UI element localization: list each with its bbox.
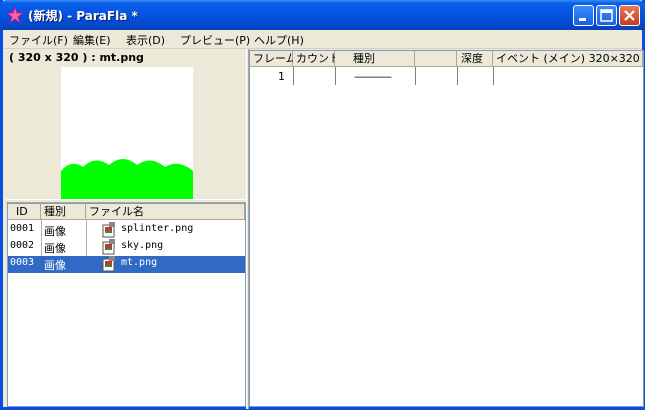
image-preview-panel — [9, 65, 245, 199]
asset-filename: splinter.png — [121, 223, 194, 234]
asset-filename: sky.png — [121, 240, 164, 251]
column-header-frame[interactable]: フレーム — [250, 51, 297, 67]
maximize-icon — [600, 9, 613, 22]
maximize-button[interactable] — [596, 5, 617, 26]
column-header-type[interactable]: 種別 — [41, 204, 86, 220]
frame-type: ———— — [354, 70, 392, 83]
asset-row-0002[interactable]: 0002 画像 sky.png — [8, 239, 245, 256]
asset-list: ID 種別 ファイル名 0001 画像 splinter.png 0002 画像… — [7, 203, 246, 407]
asset-filename: mt.png — [121, 257, 158, 268]
frame-number: 1 — [278, 70, 285, 83]
image-file-icon — [102, 239, 115, 255]
preview-size-label: ( 320 x 320 ) : mt.png — [9, 51, 144, 64]
column-header-id[interactable]: ID — [8, 204, 41, 220]
minimize-icon — [579, 18, 586, 21]
asset-row-0001[interactable]: 0001 画像 splinter.png — [8, 222, 245, 239]
menu-view[interactable]: 表示(D) — [126, 32, 165, 48]
close-icon — [624, 10, 635, 21]
menu-file[interactable]: ファイル(F) — [9, 32, 68, 48]
asset-id: 0002 — [10, 240, 35, 251]
image-file-icon — [102, 222, 115, 238]
close-button[interactable] — [619, 5, 640, 26]
asset-type: 画像 — [44, 259, 66, 272]
column-header-type[interactable]: 種別 — [335, 51, 415, 67]
asset-id: 0001 — [10, 223, 35, 234]
image-file-icon — [102, 256, 115, 272]
asset-type: 画像 — [44, 242, 66, 255]
menu-bar: ファイル(F) 編集(E) 表示(D) プレビュー(P) ヘルプ(H) — [3, 30, 642, 49]
paraflaa-star-icon — [6, 6, 24, 24]
minimize-button[interactable] — [573, 5, 594, 26]
image-preview-canvas — [61, 67, 193, 199]
frame-row-1[interactable]: 1 ———— — [250, 69, 643, 86]
menu-edit[interactable]: 編集(E) — [73, 32, 111, 48]
app-window: (新規) - ParaFla * ファイル(F) 編集(E) 表示(D) プレビ… — [0, 0, 645, 410]
column-header-blank[interactable] — [415, 51, 457, 67]
menu-help[interactable]: ヘルプ(H) — [254, 32, 304, 48]
mountain-image — [61, 159, 193, 199]
event-table: フレーム カウント 種別 深度 イベント (メイン) 320×320 1 ———… — [249, 50, 644, 407]
asset-type: 画像 — [44, 225, 66, 238]
column-header-event[interactable]: イベント (メイン) 320×320 — [493, 51, 643, 67]
asset-id: 0003 — [10, 257, 35, 268]
window-title: (新規) - ParaFla * — [28, 9, 138, 23]
column-header-depth[interactable]: 深度 — [457, 51, 493, 67]
menu-preview[interactable]: プレビュー(P) — [180, 32, 250, 48]
column-header-count[interactable]: カウント — [293, 51, 340, 67]
asset-row-0003[interactable]: 0003 画像 mt.png — [8, 256, 245, 273]
column-header-filename[interactable]: ファイル名 — [86, 204, 245, 220]
title-bar[interactable]: (新規) - ParaFla * — [0, 0, 645, 30]
